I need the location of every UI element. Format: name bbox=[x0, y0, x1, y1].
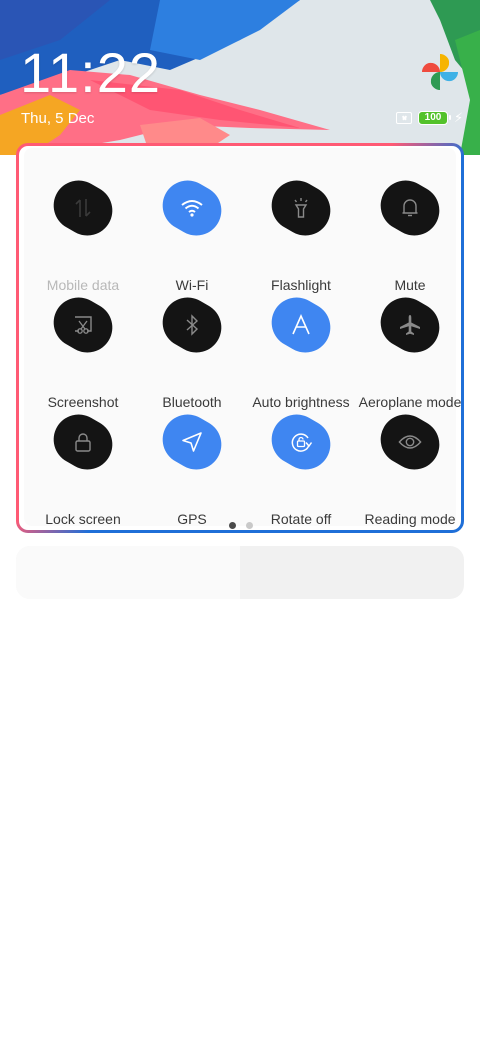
gps-toggle[interactable] bbox=[153, 405, 231, 479]
page-dot-1[interactable] bbox=[229, 522, 236, 529]
flashlight-toggle[interactable] bbox=[262, 171, 340, 245]
auto-brightness-toggle[interactable] bbox=[262, 288, 340, 362]
tile-gps[interactable]: GPS bbox=[137, 405, 247, 527]
mobile-data-toggle[interactable] bbox=[44, 171, 122, 245]
quick-settings-panel: Mobile data Wi-Fi Flashlight Mute Screen… bbox=[16, 143, 464, 533]
tile-mobile-data[interactable]: Mobile data bbox=[28, 171, 138, 293]
tile-label: Mute bbox=[394, 277, 426, 293]
gps-icon bbox=[180, 430, 204, 454]
charging-bolt-icon: ⚡ bbox=[454, 110, 464, 125]
clock[interactable]: 11:22 bbox=[20, 40, 161, 105]
reading-mode-toggle[interactable] bbox=[371, 405, 449, 479]
tile-wifi[interactable]: Wi-Fi bbox=[137, 171, 247, 293]
tile-label: Aeroplane mode bbox=[358, 394, 462, 410]
tile-auto-brightness[interactable]: Auto brightness bbox=[246, 288, 356, 410]
tile-rotate-off[interactable]: Rotate off bbox=[246, 405, 356, 527]
quick-settings-grid: Mobile data Wi-Fi Flashlight Mute Screen… bbox=[24, 148, 461, 529]
auto-brightness-icon bbox=[289, 313, 313, 337]
tile-screenshot[interactable]: Screenshot bbox=[28, 288, 138, 410]
page-dot-2[interactable] bbox=[246, 522, 253, 529]
tile-label: Reading mode bbox=[364, 511, 456, 527]
date-label[interactable]: Thu, 5 Dec bbox=[21, 110, 94, 127]
tile-reading-mode[interactable]: Reading mode bbox=[355, 405, 465, 527]
tile-bluetooth[interactable]: Bluetooth bbox=[137, 288, 247, 410]
battery-icon: 100 bbox=[418, 111, 451, 125]
tile-mute[interactable]: Mute bbox=[355, 171, 465, 293]
screenshot-toggle[interactable] bbox=[44, 288, 122, 362]
bell-icon bbox=[398, 196, 422, 220]
lock-icon bbox=[71, 430, 95, 454]
tile-flashlight[interactable]: Flashlight bbox=[246, 171, 356, 293]
pinwheel-icon[interactable] bbox=[420, 52, 460, 92]
lock-screen-toggle[interactable] bbox=[44, 405, 122, 479]
bluetooth-icon bbox=[180, 313, 204, 337]
flashlight-icon bbox=[289, 196, 313, 220]
airplane-icon bbox=[398, 313, 422, 337]
mute-toggle[interactable] bbox=[371, 171, 449, 245]
bluetooth-toggle[interactable] bbox=[153, 288, 231, 362]
tile-aeroplane-mode[interactable]: Aeroplane mode bbox=[355, 288, 465, 410]
page-indicator bbox=[229, 522, 253, 529]
mobile-data-icon bbox=[71, 196, 95, 220]
aeroplane-mode-toggle[interactable] bbox=[371, 288, 449, 362]
brightness-fill bbox=[16, 546, 240, 599]
eye-icon bbox=[398, 430, 422, 454]
notification-shade: 11:22 Thu, 5 Dec 100 ⚡ Mobile data Wi-Fi… bbox=[0, 0, 480, 1040]
brightness-slider[interactable] bbox=[16, 546, 464, 599]
rotate-lock-icon bbox=[289, 430, 313, 454]
screenshot-icon bbox=[71, 313, 95, 337]
wifi-toggle[interactable] bbox=[153, 171, 231, 245]
header: 11:22 Thu, 5 Dec 100 ⚡ bbox=[0, 0, 480, 155]
rotate-off-toggle[interactable] bbox=[262, 405, 340, 479]
wifi-icon bbox=[180, 196, 204, 220]
status-icons: 100 ⚡ bbox=[396, 110, 463, 126]
no-sim-icon bbox=[396, 112, 412, 124]
tile-lock-screen[interactable]: Lock screen bbox=[28, 405, 138, 527]
